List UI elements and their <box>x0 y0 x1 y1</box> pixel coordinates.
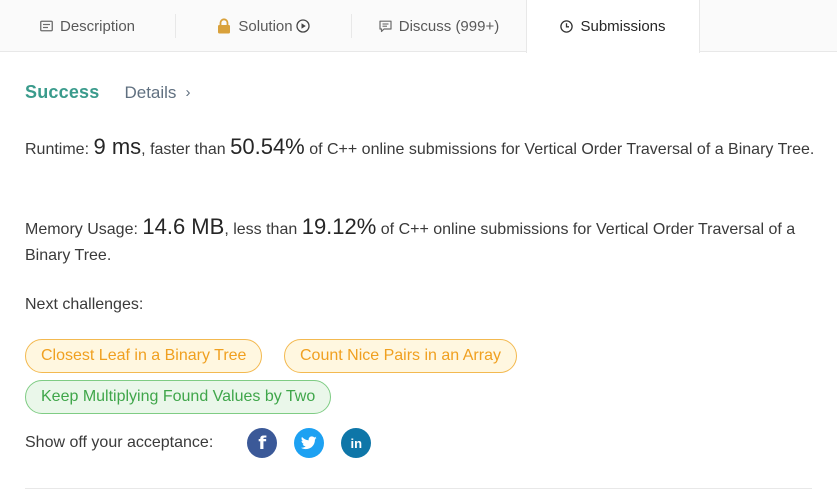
tab-description[interactable]: Description <box>0 0 175 52</box>
result-header: Success Details › <box>25 82 190 103</box>
runtime-label: Runtime: <box>25 141 90 158</box>
status-text: Success <box>25 82 100 102</box>
tab-solution[interactable]: Solution <box>176 0 351 52</box>
memory-comparison: , less than <box>224 221 298 238</box>
bottom-divider <box>25 488 812 489</box>
play-circle-icon <box>295 19 310 33</box>
runtime-suffix: of C++ online submissions for Vertical O… <box>309 141 815 158</box>
runtime-summary: Runtime: 9 ms, faster than 50.54% of C++… <box>25 134 815 163</box>
comment-icon <box>379 20 392 33</box>
twitter-icon[interactable] <box>294 428 325 458</box>
challenge-chip[interactable]: Count Nice Pairs in an Array <box>284 339 517 373</box>
next-challenges-label: Next challenges: <box>25 296 144 313</box>
tab-submissions[interactable]: Submissions <box>526 0 700 53</box>
facebook-icon[interactable]: f <box>247 428 278 458</box>
chevron-right-icon: › <box>185 84 191 101</box>
challenge-chip[interactable]: Keep Multiplying Found Values by Two <box>25 380 332 414</box>
runtime-value: 9 ms <box>93 134 142 159</box>
details-link[interactable]: Details › <box>124 83 190 103</box>
memory-percent: 19.12% <box>301 214 377 239</box>
share-row: Show off your acceptance: f in <box>25 428 388 458</box>
tab-submissions-label: Submissions <box>580 18 666 35</box>
tab-discuss[interactable]: Discuss (999+) <box>352 0 526 52</box>
memory-value: 14.6 MB <box>142 214 225 239</box>
memory-summary: Memory Usage: 14.6 MB, less than 19.12% … <box>25 214 815 269</box>
runtime-comparison: , faster than <box>141 141 226 158</box>
challenge-chip[interactable]: Closest Leaf in a Binary Tree <box>25 339 263 373</box>
lock-icon <box>217 18 231 34</box>
tab-bar: Description Solution Discuss (999+) Subm… <box>0 0 837 53</box>
details-label: Details <box>124 82 177 102</box>
share-label: Show off your acceptance: <box>25 434 214 451</box>
description-icon <box>40 20 53 32</box>
tab-solution-label: Solution <box>238 17 293 35</box>
runtime-percent: 50.54% <box>230 134 305 159</box>
memory-label: Memory Usage: <box>25 221 138 238</box>
linkedin-icon[interactable]: in <box>341 428 372 458</box>
tab-discuss-label: Discuss (999+) <box>398 17 500 35</box>
clock-icon <box>560 20 574 33</box>
tab-description-label: Description <box>59 17 136 35</box>
memory-suffix: of C++ online submissions for Vertical O… <box>25 221 796 264</box>
